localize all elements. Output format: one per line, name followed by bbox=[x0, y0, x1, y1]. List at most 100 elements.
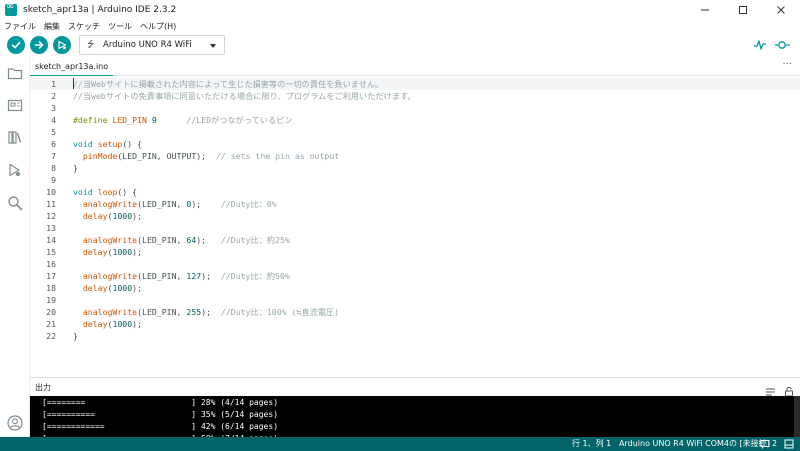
code-line[interactable]: 2 //当webサイトの免責事項に同意いただける場合に限り、プログラムをご利用いた… bbox=[30, 90, 800, 102]
output-console[interactable]: [======== ] 28% (4/14 pages) [========== … bbox=[30, 396, 800, 437]
code-line[interactable]: 7 pinMode(LED_PIN, OUTPUT); // sets the … bbox=[30, 150, 800, 162]
line-number: 8 bbox=[51, 163, 56, 173]
sketchbook-button[interactable] bbox=[6, 64, 24, 82]
menu-edit[interactable]: 編集 bbox=[40, 21, 64, 32]
line-number: 6 bbox=[51, 139, 56, 149]
code-editor[interactable]: 1 //当Webサイトに掲載された内容によって生じた損害等の一切の責任を負いません… bbox=[30, 76, 800, 377]
code-line[interactable]: 1 //当Webサイトに掲載された内容によって生じた損害等の一切の責任を負いません… bbox=[30, 78, 800, 90]
code-token: LED_PIN bbox=[112, 115, 147, 125]
code-line[interactable]: 10 void loop() { bbox=[30, 186, 800, 198]
code-line[interactable]: 20 analogWrite(LED_PIN, 255); //Duty比：10… bbox=[30, 306, 800, 318]
search-button[interactable] bbox=[6, 194, 24, 212]
code-token: 127 bbox=[186, 271, 202, 281]
code-line[interactable]: 8} bbox=[30, 162, 800, 174]
code-line[interactable]: 14 analogWrite(LED_PIN, 64); //Duty比：約25… bbox=[30, 234, 800, 246]
code-line[interactable]: 19 bbox=[30, 294, 800, 306]
code-line[interactable]: 5 bbox=[30, 126, 800, 138]
notification-icon bbox=[760, 440, 770, 449]
code-line[interactable]: 3 bbox=[30, 102, 800, 114]
folder-icon bbox=[7, 68, 23, 80]
checkmark-icon bbox=[11, 41, 21, 49]
code-line[interactable]: 22} bbox=[30, 330, 800, 342]
notifications-button[interactable]: 2 bbox=[760, 438, 777, 450]
line-code: } bbox=[73, 330, 78, 342]
code-line[interactable]: 21 delay(1000); bbox=[30, 318, 800, 330]
code-token: (LED_PIN, bbox=[137, 307, 187, 317]
line-code: void setup() { bbox=[73, 138, 142, 150]
board-status[interactable]: Arduino UNO R4 WiFi COM4の [未接続] bbox=[619, 438, 770, 450]
line-code: analogWrite(LED_PIN, 64); //Duty比：約25% bbox=[73, 234, 290, 246]
minimize-button[interactable] bbox=[686, 0, 724, 19]
tab-sketch-file[interactable]: sketch_apr13a.ino bbox=[30, 57, 114, 76]
debug-button[interactable] bbox=[53, 36, 71, 54]
code-token: delay bbox=[82, 211, 108, 221]
code-line[interactable]: 6 void setup() { bbox=[30, 138, 800, 150]
boards-manager-button[interactable] bbox=[6, 96, 24, 114]
code-token: analogWrite bbox=[82, 235, 138, 245]
code-line[interactable]: 16 bbox=[30, 258, 800, 270]
menu-tools[interactable]: ツール bbox=[104, 21, 136, 32]
line-number: 3 bbox=[51, 103, 56, 113]
code-token: // sets the pin as output bbox=[215, 151, 340, 161]
code-token: } bbox=[73, 163, 78, 173]
upload-button[interactable] bbox=[30, 36, 48, 54]
line-number: 20 bbox=[46, 307, 56, 317]
debug-panel-button[interactable] bbox=[6, 161, 24, 179]
line-code: //当webサイトの免責事項に同意いただける場合に限り、プログラムをご利用いただ… bbox=[73, 90, 416, 102]
serial-monitor-button[interactable] bbox=[773, 37, 791, 53]
code-token: (LED_PIN, bbox=[137, 235, 187, 245]
code-token: analogWrite bbox=[82, 199, 138, 209]
code-token: loop bbox=[97, 187, 118, 197]
code-line[interactable]: 17 analogWrite(LED_PIN, 127); //Duty比：約5… bbox=[30, 270, 800, 282]
account-button[interactable] bbox=[6, 414, 24, 432]
arduino-ide-window: sketch_apr13a | Arduino IDE 2.3.2 ファイル 編… bbox=[0, 0, 800, 451]
code-token: //Duty比：約50% bbox=[220, 271, 290, 281]
serial-plotter-icon bbox=[754, 40, 766, 50]
output-scrollbar[interactable] bbox=[794, 396, 800, 437]
code-token: () { bbox=[122, 139, 143, 149]
line-number: 17 bbox=[46, 271, 56, 281]
board-manager-icon bbox=[7, 99, 23, 112]
code-line[interactable]: 15 delay(1000); bbox=[30, 246, 800, 258]
line-number: 15 bbox=[46, 247, 56, 257]
code-line[interactable]: 11 analogWrite(LED_PIN, 0); //Duty比：0% bbox=[30, 198, 800, 210]
menu-sketch[interactable]: スケッチ bbox=[64, 21, 104, 32]
maximize-icon bbox=[739, 5, 747, 14]
code-line[interactable]: 12 delay(1000); bbox=[30, 210, 800, 222]
code-line[interactable]: 4 #define LED_PIN 9 //LEDがつながっているピン bbox=[30, 114, 800, 126]
code-token: ); bbox=[201, 307, 221, 317]
code-token: 1000 bbox=[112, 247, 133, 257]
line-number: 21 bbox=[46, 319, 56, 329]
menu-help[interactable]: ヘルプ(H) bbox=[136, 21, 180, 32]
code-line[interactable]: 13 bbox=[30, 222, 800, 234]
line-number: 9 bbox=[51, 175, 56, 185]
board-name: Arduino UNO R4 WiFi bbox=[103, 40, 192, 50]
code-token: 1000 bbox=[112, 319, 133, 329]
account-icon bbox=[7, 415, 23, 431]
menu-file[interactable]: ファイル bbox=[0, 21, 40, 32]
verify-button[interactable] bbox=[7, 36, 25, 54]
usb-icon: ⭍ bbox=[87, 40, 95, 50]
code-token: ); bbox=[132, 247, 143, 257]
code-token: pinMode bbox=[82, 151, 118, 161]
library-manager-button[interactable] bbox=[6, 128, 24, 146]
serial-plotter-button[interactable] bbox=[751, 37, 769, 53]
panel-icon bbox=[784, 439, 794, 449]
code-token: setup bbox=[97, 139, 123, 149]
debug-icon bbox=[9, 163, 20, 177]
code-token: delay bbox=[82, 247, 108, 257]
maximize-button[interactable] bbox=[724, 0, 762, 19]
close-button[interactable] bbox=[762, 0, 800, 19]
toggle-panel-button[interactable] bbox=[784, 439, 794, 451]
output-panel-title: 出力 bbox=[35, 383, 51, 392]
board-selector[interactable]: ⭍ Arduino UNO R4 WiFi bbox=[79, 35, 225, 55]
code-line[interactable]: 18 delay(1000); bbox=[30, 282, 800, 294]
code-token: ); bbox=[196, 235, 221, 245]
code-line[interactable]: 9 bbox=[30, 174, 800, 186]
line-number: 12 bbox=[46, 211, 56, 221]
cursor-position[interactable]: 行 1、列 1 bbox=[572, 438, 611, 450]
more-actions-icon[interactable]: ··· bbox=[782, 59, 792, 70]
